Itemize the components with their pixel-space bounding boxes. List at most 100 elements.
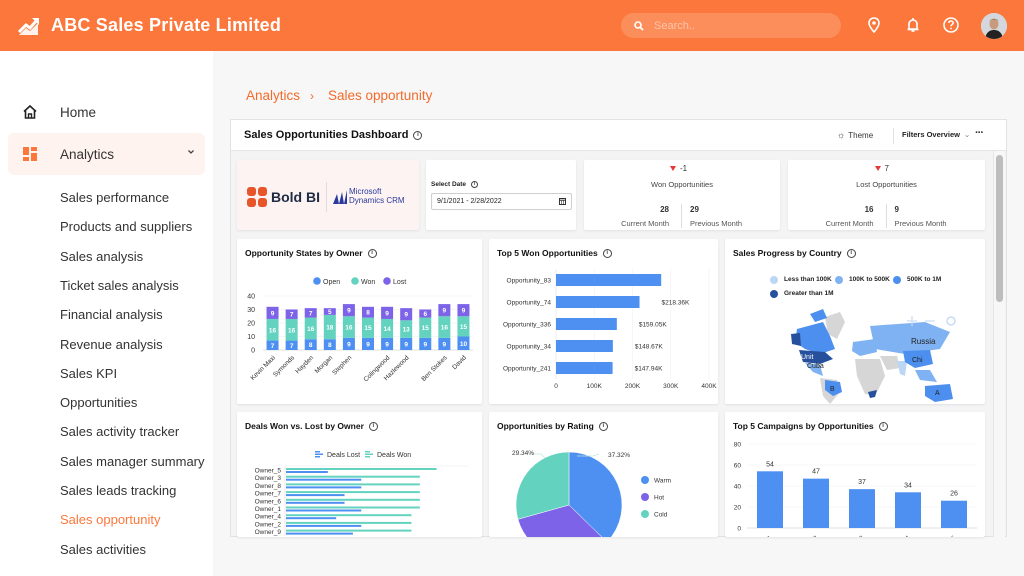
sidebar-item-analytics[interactable]: Analytics: [8, 133, 205, 175]
dynamics-logo-text: Microsoft Dynamics CRM: [349, 187, 405, 205]
bar-value-label: 9: [443, 341, 447, 348]
bar-value-label: 7: [290, 343, 294, 350]
bar-value-label: $218.36K: [662, 300, 690, 307]
sidebar-subitem[interactable]: Opportunities: [60, 395, 137, 410]
breadcrumb-analytics[interactable]: Analytics: [246, 88, 300, 103]
sidebar-subitem[interactable]: Products and suppliers: [60, 219, 192, 234]
date-filter-label: Select Date i: [431, 181, 479, 188]
legend-swatch: [835, 276, 843, 284]
y-tick-label: Owner_9: [255, 529, 282, 536]
bar-value-label: 9: [404, 341, 408, 348]
sidebar-subitem[interactable]: Sales activities: [60, 542, 146, 557]
widget-title-text: Opportunity States by Owner: [245, 248, 363, 258]
calendar-icon[interactable]: [559, 198, 566, 205]
widget-title-text: Top 5 Won Opportunities: [497, 248, 598, 258]
legend-label[interactable]: 100K to 500K: [849, 276, 890, 283]
kpi-current-value: 28: [660, 205, 669, 214]
sidebar-subitem[interactable]: Sales manager summary: [60, 454, 205, 469]
x-tick-label: 0: [554, 383, 558, 390]
data-label: 37.32%: [608, 452, 630, 459]
info-icon[interactable]: i: [368, 422, 378, 432]
kpi-divider: [681, 204, 682, 228]
sidebar-subitem[interactable]: Financial analysis: [60, 307, 163, 322]
bell-icon[interactable]: [904, 16, 922, 34]
world-map[interactable]: Russia Unit Cuba Chi B A: [725, 304, 985, 404]
date-range-input[interactable]: 9/1/2021 - 2/28/2022: [431, 193, 572, 210]
theme-label: Theme: [848, 131, 874, 140]
date-range-value: 9/1/2021 - 2/28/2022: [437, 198, 502, 205]
y-tick-label: 80: [734, 442, 742, 449]
column-bar: [803, 478, 829, 528]
scrollbar-thumb[interactable]: [996, 155, 1003, 302]
info-icon[interactable]: i: [846, 249, 856, 259]
bar-deals-lost: [286, 478, 362, 481]
info-icon[interactable]: i: [413, 130, 423, 140]
user-avatar[interactable]: [981, 13, 1007, 39]
sidebar-subitem[interactable]: Sales leads tracking: [60, 483, 176, 498]
kpi-previous-label: Previous Month: [690, 219, 743, 228]
more-options-button[interactable]: ···: [975, 127, 984, 139]
map-reset-icon[interactable]: [946, 316, 956, 326]
bar-value-label: 16: [288, 327, 296, 334]
y-tick-label: 0: [737, 526, 741, 533]
filters-overview-button[interactable]: Filters Overview ⌄: [902, 130, 970, 139]
sidebar-subitem[interactable]: Sales KPI: [60, 366, 117, 381]
search-box[interactable]: [621, 13, 841, 38]
bar-deals-lost: [286, 471, 328, 473]
info-icon[interactable]: i: [471, 181, 479, 188]
info-icon[interactable]: i: [367, 249, 377, 259]
legend-label: Warm: [654, 478, 671, 485]
sidebar-item-label: Home: [60, 104, 97, 120]
legend-label[interactable]: Greater than 1M: [784, 290, 834, 297]
sidebar-subitem[interactable]: Sales opportunity: [60, 512, 160, 527]
chevron-down-icon[interactable]: [187, 148, 195, 156]
sidebar-subitem[interactable]: Ticket sales analysis: [60, 278, 179, 293]
widget-states-by-owner: Opportunity States by Owner i Open Won Lost…: [237, 239, 482, 404]
info-icon[interactable]: i: [602, 249, 612, 259]
bar: [556, 296, 640, 308]
breadcrumb-current: Sales opportunity: [328, 88, 433, 103]
x-tick-label: Hayden: [294, 354, 315, 375]
theme-button[interactable]: ☼ Theme: [837, 130, 873, 140]
sidebar-item-home[interactable]: Home: [8, 91, 205, 133]
theme-icon: ☼: [837, 130, 846, 140]
location-pin-icon[interactable]: [865, 16, 883, 34]
top-bar: ABC Sales Private Limited: [0, 0, 1024, 51]
map-middle-east: [880, 356, 900, 370]
bar-value-label: 8: [328, 342, 332, 349]
bar-value-label: 9: [366, 341, 370, 348]
sidebar-subitem[interactable]: Revenue analysis: [60, 337, 163, 352]
map-label-brazil: B: [830, 386, 835, 393]
info-icon[interactable]: i: [878, 422, 888, 432]
dashboard-title: Sales Opportunities Dashboard i: [244, 129, 423, 141]
column-value-label: 47: [812, 469, 820, 476]
kpi-delta: -1: [680, 164, 688, 173]
map-label-russia: Russia: [911, 337, 936, 346]
map-label-china: Chi: [912, 357, 923, 364]
help-icon[interactable]: [942, 16, 960, 34]
legend-label[interactable]: Less than 100K: [784, 276, 832, 283]
search-input[interactable]: [654, 19, 824, 32]
filters-label: Filters Overview: [902, 130, 960, 139]
logo-divider: [326, 182, 327, 212]
sidebar-subitem[interactable]: Sales performance: [60, 190, 169, 205]
map-india: [897, 361, 907, 376]
bar-value-label: 16: [269, 327, 277, 334]
legend-label: Won: [361, 279, 375, 286]
sidebar-subitem[interactable]: Sales analysis: [60, 249, 143, 264]
kpi-title: Won Opportunities: [651, 180, 713, 189]
bar-value-label: 10: [460, 341, 468, 348]
y-tick-label: 0: [251, 348, 255, 355]
kpi-title: Lost Opportunities: [856, 180, 917, 189]
column-value-label: 34: [904, 482, 912, 489]
y-tick-label: 10: [247, 334, 255, 341]
x-tick-label: David: [451, 354, 468, 371]
bar-deals-lost: [286, 486, 362, 489]
bar-value-label: 14: [383, 326, 391, 333]
divider: [893, 128, 894, 144]
widget-by-rating: Opportunities by Rating i 37.32% 29.34% War…: [489, 412, 718, 537]
dashboard-header: Sales Opportunities Dashboard i ☼ Theme Fi…: [231, 120, 1006, 151]
info-icon[interactable]: i: [598, 422, 608, 432]
sidebar-subitem[interactable]: Sales activity tracker: [60, 424, 179, 439]
legend-label[interactable]: 500K to 1M: [907, 276, 941, 283]
